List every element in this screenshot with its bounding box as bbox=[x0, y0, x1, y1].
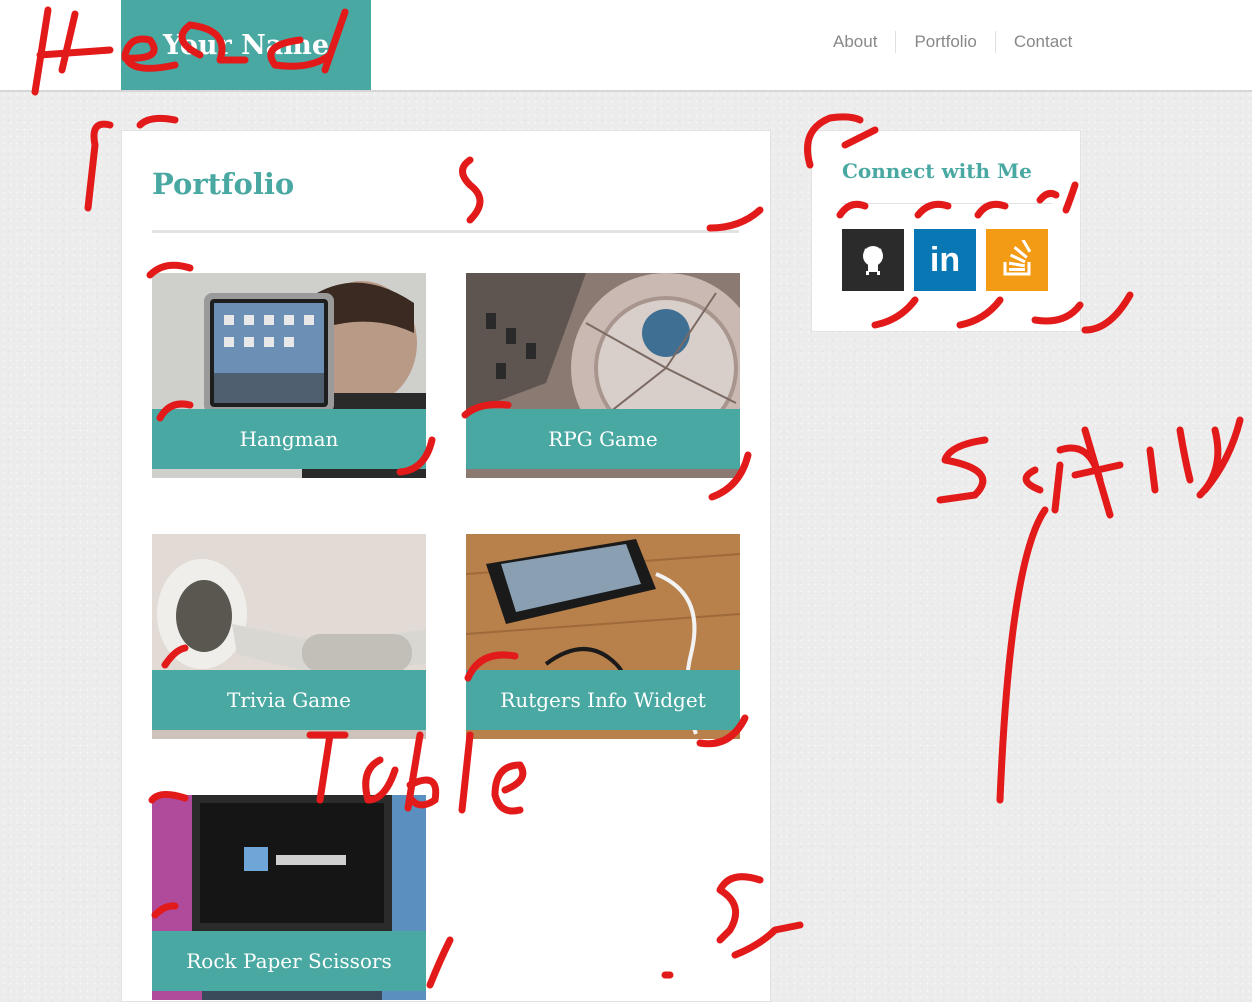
main-nav: About Portfolio Contact bbox=[815, 31, 1090, 53]
project-label: RPG Game bbox=[466, 409, 740, 469]
linkedin-link[interactable]: in bbox=[914, 229, 976, 291]
stackoverflow-icon bbox=[1003, 240, 1032, 276]
project-card-hangman[interactable]: Hangman bbox=[152, 273, 426, 478]
sidebar-title: Connect with Me bbox=[842, 159, 1032, 183]
page-title: Portfolio bbox=[152, 167, 295, 201]
connect-sidebar: Connect with Me in bbox=[811, 130, 1081, 332]
project-label: Rutgers Info Widget bbox=[466, 670, 740, 730]
site-header: Your Name About Portfolio Contact bbox=[0, 0, 1252, 92]
sidebar-divider bbox=[842, 203, 1052, 204]
title-divider bbox=[152, 230, 739, 233]
portfolio-panel: Portfolio Hangman RPG Game Trivia Game R… bbox=[121, 130, 771, 1002]
stackoverflow-link[interactable] bbox=[986, 229, 1048, 291]
github-link[interactable] bbox=[842, 229, 904, 291]
project-card-rutgers-info-widget[interactable]: Rutgers Info Widget bbox=[466, 534, 740, 739]
project-card-rpg-game[interactable]: RPG Game bbox=[466, 273, 740, 478]
project-label: Hangman bbox=[152, 409, 426, 469]
github-icon bbox=[863, 246, 883, 275]
nav-about[interactable]: About bbox=[815, 31, 895, 53]
nav-portfolio[interactable]: Portfolio bbox=[895, 31, 994, 53]
logo[interactable]: Your Name bbox=[121, 0, 371, 90]
project-label: Trivia Game bbox=[152, 670, 426, 730]
project-label: Rock Paper Scissors bbox=[152, 931, 426, 991]
project-card-trivia-game[interactable]: Trivia Game bbox=[152, 534, 426, 739]
linkedin-icon: in bbox=[929, 240, 961, 279]
project-card-rock-paper-scissors[interactable]: Rock Paper Scissors bbox=[152, 795, 426, 1000]
nav-contact[interactable]: Contact bbox=[994, 31, 1091, 53]
